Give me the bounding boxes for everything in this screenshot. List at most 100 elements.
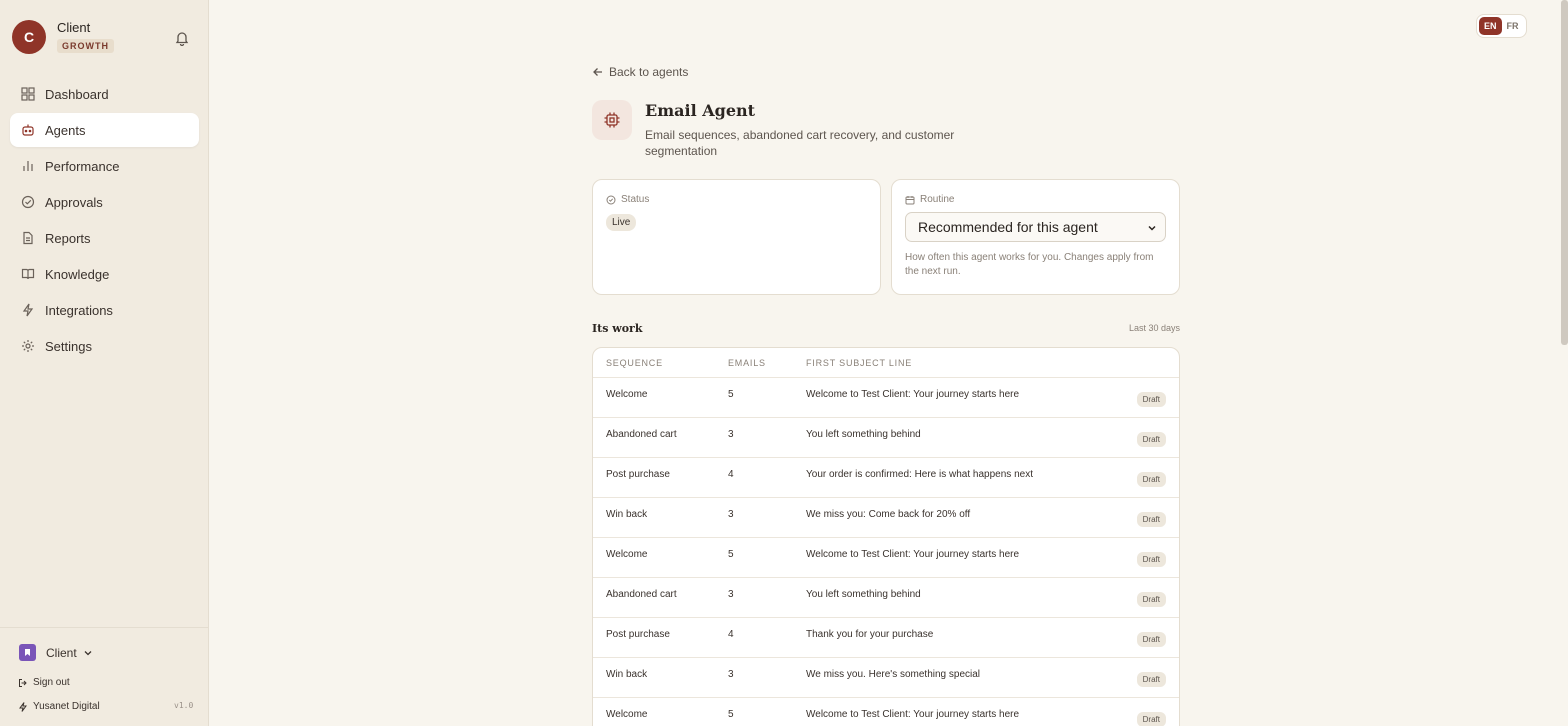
sidebar-item-reports[interactable]: Reports [10,221,199,255]
company-link[interactable]: Yusanet Digital [18,701,100,712]
sidebar-item-performance[interactable]: Performance [10,149,199,183]
status-badge: Live [606,214,637,231]
cell-subject: Your order is confirmed: Here is what ha… [806,469,1033,480]
bar-chart-icon [23,161,33,171]
column-header-sequence: SEQUENCE [606,357,663,368]
sidebar-item-label: Approvals [45,194,103,210]
status-badge: Draft [1136,472,1166,487]
agent-description: Email sequences, abandoned cart recovery… [645,128,955,158]
cell-emails: 4 [728,629,734,640]
cell-emails: 3 [728,509,734,520]
cell-subject: We miss you: Come back for 20% off [806,509,971,520]
brand[interactable]: C Client GROWTH [12,20,114,54]
arrow-left-icon [593,68,602,76]
status-badge: Draft [1136,552,1166,567]
cell-subject: We miss you. Here's something special [806,669,981,680]
sidebar-item-settings[interactable]: Settings [10,329,199,363]
status-badge: Draft [1136,632,1166,647]
cell-subject: You left something behind [806,429,921,440]
cpu-chip-icon [604,112,620,128]
column-header-subject: FIRST SUBJECT LINE [806,357,913,368]
lightning-icon [22,303,34,317]
table-row[interactable]: Post purchase 4 Your order is confirmed: H… [593,458,1179,498]
cell-emails: 5 [728,709,734,720]
cell-sequence: Post purchase [606,629,670,640]
sidebar-nav: Dashboard Agents Performance Approvals R… [10,77,199,365]
plan-badge: GROWTH [57,39,114,53]
bot-icon [22,124,34,136]
routine-card-label: Routine [905,194,954,205]
work-table: SEQUENCE EMAILS FIRST SUBJECT LINE Welco… [592,347,1180,726]
table-row[interactable]: Abandoned cart 3 You left something behind… [593,418,1179,458]
sidebar-item-label: Knowledge [45,266,110,282]
status-badge: Draft [1136,432,1166,447]
work-section-title: Its work [592,322,643,335]
work-date-range: Last 30 days [1128,323,1180,333]
sidebar-item-label: Dashboard [45,86,109,102]
main-content: Back to agents Email Agent Email sequenc… [592,0,1180,726]
status-badge: Draft [1136,392,1166,407]
cell-emails: 3 [728,429,734,440]
table-row[interactable]: Win back 3 We miss you. Here's something s… [593,658,1179,698]
table-row[interactable]: Welcome 5 Welcome to Test Client: Your jou… [593,378,1179,418]
routine-select[interactable]: Recommended for this agent [905,212,1166,242]
status-badge: Draft [1136,512,1166,527]
table-row[interactable]: Welcome 5 Welcome to Test Client: Your jou… [593,538,1179,578]
org-icon [19,644,36,661]
cell-sequence: Win back [606,669,648,680]
cell-sequence: Welcome [606,549,648,560]
lightning-icon [19,701,27,712]
sign-out-link[interactable]: Sign out [18,677,70,688]
status-card: Status Live [592,179,881,295]
table-row[interactable]: Post purchase 4 Thank you for your purchas… [593,618,1179,658]
check-circle-icon [606,195,616,204]
cell-emails: 3 [728,589,734,600]
cell-subject: Welcome to Test Client: Your journey sta… [806,549,1020,560]
back-link[interactable]: Back to agents [592,65,688,79]
version-label: v1.0 [174,701,194,710]
table-body: Welcome 5 Welcome to Test Client: Your jou… [593,378,1179,726]
routine-card: Routine Recommended for this agent How o… [891,179,1180,295]
page-title: Email Agent [645,101,756,120]
cell-subject: Welcome to Test Client: Your journey sta… [806,709,1020,720]
scrollbar[interactable] [1561,0,1568,345]
org-name: Client [46,645,77,660]
grid-icon [21,87,35,101]
company-name: Yusanet Digital [33,701,100,712]
cell-emails: 5 [728,389,734,400]
sidebar-item-integrations[interactable]: Integrations [10,293,199,327]
sidebar-item-label: Agents [45,122,86,138]
routine-selected-value: Recommended for this agent [918,219,1098,235]
cell-emails: 4 [728,469,734,480]
lang-en-button[interactable]: EN [1479,17,1502,35]
sidebar-item-label: Integrations [45,302,113,318]
lang-fr-button[interactable]: FR [1502,17,1524,35]
table-header: SEQUENCE EMAILS FIRST SUBJECT LINE [593,348,1179,378]
status-badge: Draft [1136,712,1166,726]
sidebar: C Client GROWTH Dashboard Agents Perform… [0,0,209,726]
sidebar-item-knowledge[interactable]: Knowledge [10,257,199,291]
table-row[interactable]: Welcome 5 Welcome to Test Client: Your jou… [593,698,1179,726]
sidebar-item-dashboard[interactable]: Dashboard [10,77,199,111]
agent-icon-tile [592,100,632,140]
cell-subject: Thank you for your purchase [806,629,934,640]
cell-subject: You left something behind [806,589,921,600]
status-badge: Draft [1136,672,1166,687]
sidebar-item-label: Reports [45,230,91,246]
cell-sequence: Win back [606,509,648,520]
table-row[interactable]: Abandoned cart 3 You left something behind… [593,578,1179,618]
bell-icon[interactable] [174,30,190,46]
sidebar-item-approvals[interactable]: Approvals [10,185,199,219]
language-switcher: EN FR [1476,14,1527,38]
cell-emails: 5 [728,549,734,560]
back-label: Back to agents [609,65,689,79]
org-switcher[interactable]: Client [19,644,93,661]
sidebar-item-agents[interactable]: Agents [10,113,199,147]
avatar[interactable]: C [12,20,46,54]
book-icon [21,268,35,280]
table-row[interactable]: Win back 3 We miss you: Come back for 20% … [593,498,1179,538]
status-label: Status [621,194,650,205]
status-badge: Draft [1136,592,1166,607]
routine-label: Routine [920,194,955,205]
sign-out-icon [19,678,27,687]
